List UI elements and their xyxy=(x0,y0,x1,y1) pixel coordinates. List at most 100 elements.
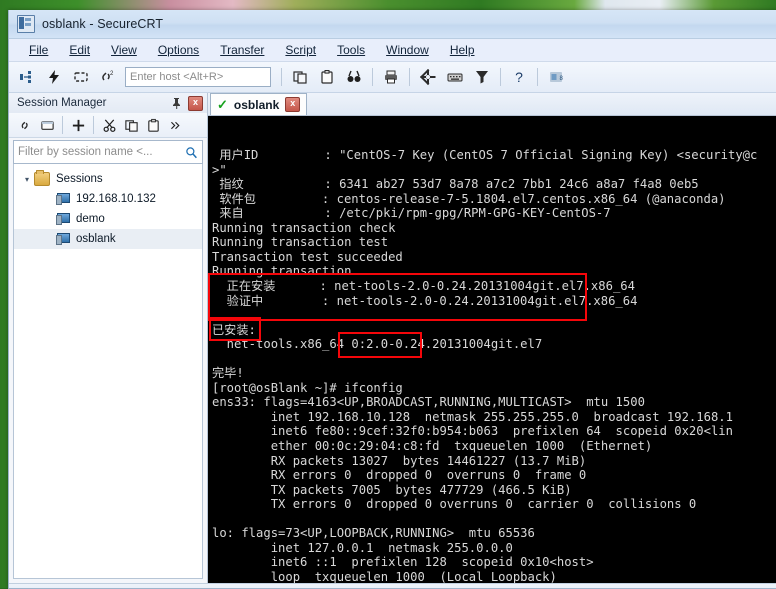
menu-help-label: Help xyxy=(450,43,475,57)
terminal-line xyxy=(212,352,776,367)
close-panel-button[interactable]: x xyxy=(188,96,203,111)
menu-edit[interactable]: Edit xyxy=(69,43,90,57)
menu-transfer[interactable]: Transfer xyxy=(220,43,264,57)
help-icon[interactable]: ? xyxy=(507,65,531,89)
terminal-line: Transaction test succeeded xyxy=(212,250,776,265)
terminal-line: inet6 ::1 prefixlen 128 scopeid 0x10<hos… xyxy=(212,555,776,570)
copy-icon[interactable] xyxy=(121,115,141,135)
menu-view-label: View xyxy=(111,43,137,57)
window-body: Session Manager x xyxy=(9,93,776,583)
menu-window-label: Window xyxy=(386,43,429,57)
terminal-line: 验证中 : net-tools-2.0-0.24.20131004git.el7… xyxy=(212,294,776,309)
menu-view[interactable]: View xyxy=(111,43,137,57)
new-session-icon[interactable] xyxy=(15,65,39,89)
tab-label: osblank xyxy=(234,98,279,112)
session-filter[interactable]: Filter by session name <... xyxy=(13,140,203,164)
chevron-down-icon[interactable]: ▾ xyxy=(20,175,34,184)
terminal-line: RX packets 13027 bytes 14461227 (13.7 Mi… xyxy=(212,454,776,469)
terminal-line xyxy=(212,512,776,527)
session-computer-icon xyxy=(56,213,70,225)
terminal-lines: 用户ID : "CentOS-7 Key (CentOS 7 Official … xyxy=(212,148,776,583)
terminal-line: 已安装: xyxy=(212,323,776,338)
svg-text:2: 2 xyxy=(110,71,114,77)
paste-icon[interactable] xyxy=(315,65,339,89)
terminal-line: loop txqueuelen 1000 (Local Loopback) xyxy=(212,570,776,583)
toolbar-separator xyxy=(500,68,501,86)
search-icon[interactable] xyxy=(185,146,198,159)
toolbar-separator xyxy=(281,68,282,86)
menu-file[interactable]: File xyxy=(29,43,48,57)
menu-file-label: File xyxy=(29,43,48,57)
quick-connect-icon[interactable] xyxy=(42,65,66,89)
terminal-line: RX errors 0 dropped 0 overruns 0 frame 0 xyxy=(212,468,776,483)
disconnect-icon[interactable]: 2 xyxy=(96,65,120,89)
menu-script-label: Script xyxy=(285,43,316,57)
settings-icon[interactable] xyxy=(416,65,440,89)
main-toolbar: 2 Enter host <Alt+R> ? xyxy=(9,62,776,93)
terminal-line: TX packets 7005 bytes 477729 (466.5 KiB) xyxy=(212,483,776,498)
keymap-icon[interactable] xyxy=(443,65,467,89)
session-window-icon[interactable] xyxy=(37,115,57,135)
clone-session-icon[interactable] xyxy=(288,65,312,89)
session-item-label: demo xyxy=(76,213,105,225)
menu-script[interactable]: Script xyxy=(285,43,316,57)
host-input[interactable]: Enter host <Alt+R> xyxy=(125,67,271,87)
overflow-icon[interactable] xyxy=(165,115,185,135)
pin-icon[interactable] xyxy=(169,96,184,111)
find-icon[interactable] xyxy=(342,65,366,89)
session-manager-panel: Session Manager x xyxy=(9,93,208,583)
terminal-line: ens33: flags=4163<UP,BROADCAST,RUNNING,M… xyxy=(212,395,776,410)
menu-help[interactable]: Help xyxy=(450,43,475,57)
session-manager-header: Session Manager x xyxy=(9,93,207,113)
terminal-line: inet 127.0.0.1 netmask 255.0.0.0 xyxy=(212,541,776,556)
terminal-line: Running transaction test xyxy=(212,235,776,250)
terminal-area: ✓ osblank x 用户ID : "CentOS-7 Key (CentOS… xyxy=(208,93,776,583)
terminal-line: 来自 : /etc/pki/rpm-gpg/RPM-GPG-KEY-CentOS… xyxy=(212,206,776,221)
terminal-line: lo: flags=73<UP,LOOPBACK,RUNNING> mtu 65… xyxy=(212,526,776,541)
reconnect-icon[interactable] xyxy=(69,65,93,89)
connect-icon[interactable] xyxy=(15,115,35,135)
green-check-icon: ✓ xyxy=(217,98,228,111)
print-icon[interactable] xyxy=(379,65,403,89)
menu-tools-label: Tools xyxy=(337,43,365,57)
tree-node-label: Sessions xyxy=(56,173,103,185)
cut-icon[interactable] xyxy=(99,115,119,135)
securecrt-icon xyxy=(17,15,35,33)
session-item-2[interactable]: osblank xyxy=(14,229,202,249)
terminal-output[interactable]: 用户ID : "CentOS-7 Key (CentOS 7 Official … xyxy=(208,116,776,583)
toolbar-separator xyxy=(62,116,63,134)
session-filter-placeholder: Filter by session name <... xyxy=(18,146,185,158)
securecrt-window: osblank - SecureCRT File Edit View Optio… xyxy=(8,10,776,589)
tab-strip: ✓ osblank x xyxy=(208,93,776,116)
session-item-1[interactable]: demo xyxy=(14,209,202,229)
new-session-icon[interactable] xyxy=(68,115,88,135)
close-icon: x xyxy=(188,96,203,111)
terminal-line: inet6 fe80::9cef:32f0:b954:b063 prefixle… xyxy=(212,424,776,439)
window-title: osblank - SecureCRT xyxy=(42,17,163,31)
session-computer-icon xyxy=(56,193,70,205)
terminal-line: 软件包 : centos-release-7-5.1804.el7.centos… xyxy=(212,192,776,207)
toolbar-separator xyxy=(93,116,94,134)
terminal-line xyxy=(212,308,776,323)
tab-osblank[interactable]: ✓ osblank x xyxy=(210,93,307,115)
filter-icon[interactable] xyxy=(470,65,494,89)
folder-icon xyxy=(34,172,50,186)
terminal-line: ether 00:0c:29:04:c8:fd txqueuelen 1000 … xyxy=(212,439,776,454)
menu-options-label: Options xyxy=(158,43,199,57)
terminal-line: 用户ID : "CentOS-7 Key (CentOS 7 Official … xyxy=(212,148,776,163)
session-tree[interactable]: ▾ Sessions 192.168.10.132 demo osblank xyxy=(13,164,203,579)
terminal-line: >" xyxy=(212,163,776,178)
chat-icon[interactable]: 8 xyxy=(544,65,568,89)
tab-close-icon[interactable]: x xyxy=(285,97,300,112)
menu-options[interactable]: Options xyxy=(158,43,199,57)
tree-node-sessions[interactable]: ▾ Sessions xyxy=(14,169,202,189)
menu-edit-label: Edit xyxy=(69,43,90,57)
terminal-line: inet 192.168.10.128 netmask 255.255.255.… xyxy=(212,410,776,425)
session-item-0[interactable]: 192.168.10.132 xyxy=(14,189,202,209)
terminal-line: 指纹 : 6341 ab27 53d7 8a78 a7c2 7bb1 24c6 … xyxy=(212,177,776,192)
menu-tools[interactable]: Tools xyxy=(337,43,365,57)
toolbar-separator xyxy=(537,68,538,86)
paste-icon[interactable] xyxy=(143,115,163,135)
svg-text:8: 8 xyxy=(560,76,564,82)
menu-window[interactable]: Window xyxy=(386,43,429,57)
